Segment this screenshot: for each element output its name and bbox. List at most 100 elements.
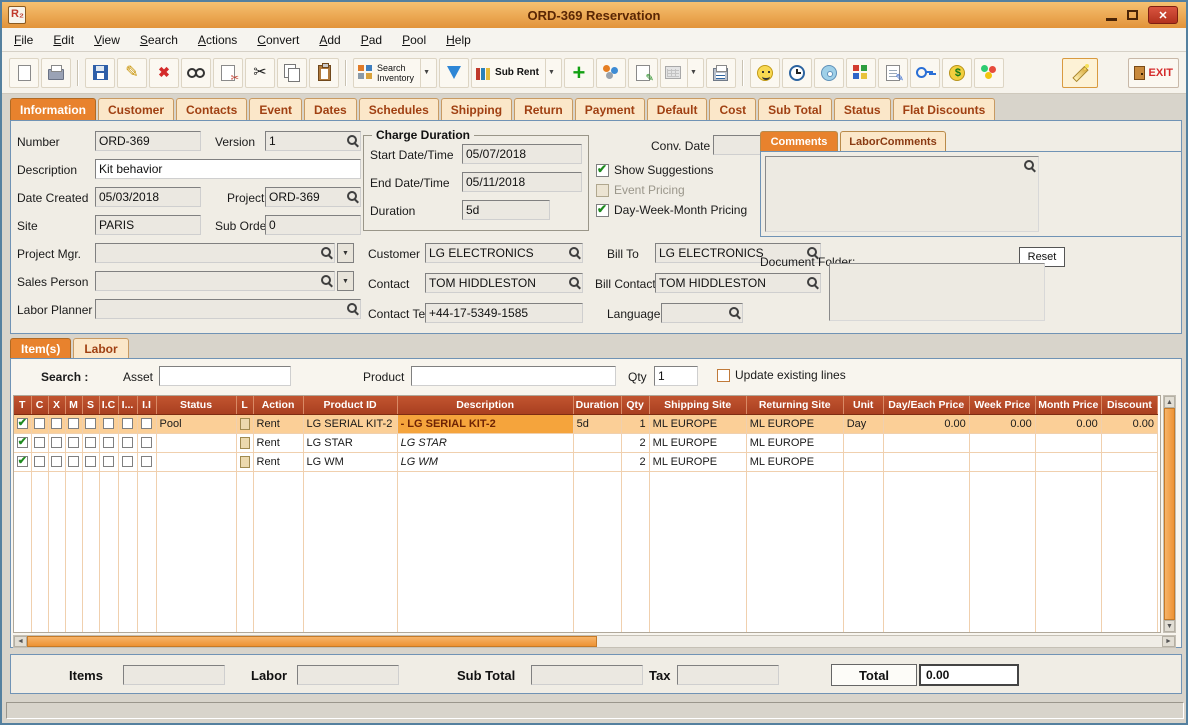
qty-cell[interactable]: 2 (621, 452, 650, 472)
number-input[interactable]: ORD-369 (95, 131, 201, 151)
tab-event[interactable]: Event (249, 98, 303, 120)
day-price-cell[interactable] (883, 433, 970, 453)
event-pricing-checkbox[interactable] (596, 183, 609, 197)
column-header[interactable]: Month Price (1035, 396, 1102, 415)
menu-file[interactable]: File (14, 33, 33, 47)
tab-shipping[interactable]: Shipping (440, 98, 513, 120)
month-price-cell[interactable]: 0.00 (1035, 414, 1102, 434)
unit-cell[interactable] (843, 433, 884, 453)
day-price-cell[interactable] (883, 452, 970, 472)
unit-cell[interactable]: Day (843, 414, 884, 434)
column-header[interactable]: Duration (573, 396, 622, 415)
row-flag-cell[interactable] (118, 452, 138, 472)
search-inventory-dropdown-icon[interactable] (420, 58, 432, 87)
horizontal-scrollbar[interactable] (13, 635, 1176, 648)
status-cell[interactable] (156, 433, 237, 453)
row-flag-cell[interactable] (65, 433, 83, 453)
search-icon[interactable] (806, 276, 819, 289)
search-icon[interactable] (320, 274, 333, 287)
column-header[interactable]: L (236, 396, 254, 415)
tab-information[interactable]: Information (10, 98, 96, 120)
l-cell[interactable] (236, 414, 254, 434)
row-flag-cell[interactable] (99, 414, 119, 434)
column-header[interactable]: Discount (1101, 396, 1159, 415)
menu-view[interactable]: View (94, 33, 120, 47)
l-cell[interactable] (236, 452, 254, 472)
tab-customer[interactable]: Customer (98, 98, 175, 120)
asset-input[interactable] (159, 366, 291, 386)
disc-button[interactable] (813, 57, 844, 88)
flag-checkbox[interactable] (141, 418, 152, 430)
conv-date-input[interactable] (713, 135, 761, 155)
close-icon[interactable] (1148, 6, 1178, 24)
column-header[interactable]: Week Price (969, 396, 1036, 415)
action-cell[interactable]: Rent (253, 433, 304, 453)
tab-default[interactable]: Default (646, 98, 708, 120)
l-cell[interactable] (236, 433, 254, 453)
row-flag-cell[interactable] (14, 433, 32, 453)
column-header[interactable]: I.I (137, 396, 157, 415)
discount-cell[interactable] (1101, 433, 1159, 453)
scroll-left-icon[interactable] (14, 636, 27, 647)
flag-checkbox[interactable] (85, 437, 96, 449)
column-header[interactable]: M (65, 396, 83, 415)
row-checkbox[interactable] (16, 435, 28, 449)
description-input[interactable]: Kit behavior (95, 159, 361, 179)
discount-cell[interactable]: 0.00 (1101, 414, 1159, 434)
flag-checkbox[interactable] (34, 437, 45, 449)
column-header[interactable]: Returning Site (746, 396, 844, 415)
duration-cell[interactable] (573, 433, 622, 453)
duration-cell[interactable] (573, 452, 622, 472)
tab-return[interactable]: Return (514, 98, 573, 120)
contact-input[interactable]: TOM HIDDLESTON (425, 273, 583, 293)
qty-input[interactable]: 1 (654, 366, 698, 386)
shipping-site-cell[interactable]: ML EUROPE (649, 433, 747, 453)
column-header[interactable]: Description (397, 396, 574, 415)
tab-schedules[interactable]: Schedules (358, 98, 439, 120)
table-row[interactable]: Rent LG WM LG WM 2 ML EUROPE ML EUROPE (14, 452, 1159, 472)
sales-person-dropdown-icon[interactable] (337, 271, 354, 291)
tab-labor-comments[interactable]: LaborComments (840, 131, 946, 151)
column-header[interactable]: T (14, 396, 32, 415)
flag-checkbox[interactable] (85, 456, 96, 468)
cut-button[interactable] (245, 57, 275, 88)
row-flag-cell[interactable] (137, 433, 157, 453)
shipping-site-cell[interactable]: ML EUROPE (649, 452, 747, 472)
search-icon[interactable] (728, 306, 741, 319)
status-cell[interactable] (156, 452, 237, 472)
row-flag-cell[interactable] (137, 414, 157, 434)
package-button[interactable] (973, 57, 1004, 88)
row-checkbox[interactable] (16, 416, 28, 430)
dwm-pricing-checkbox[interactable] (596, 202, 609, 217)
tab-status[interactable]: Status (833, 98, 891, 120)
flag-checkbox[interactable] (141, 437, 152, 449)
maximize-icon[interactable] (1127, 10, 1138, 20)
project-input[interactable]: ORD-369 (265, 187, 361, 207)
print-button[interactable] (41, 57, 71, 88)
action-cell[interactable]: Rent (253, 414, 304, 434)
column-header[interactable]: X (48, 396, 66, 415)
language-input[interactable] (661, 303, 743, 323)
end-date-input[interactable]: 05/11/2018 (462, 172, 582, 192)
unit-cell[interactable] (843, 452, 884, 472)
search-icon[interactable] (1023, 159, 1036, 172)
menu-help[interactable]: Help (446, 33, 471, 47)
key-button[interactable] (909, 57, 940, 88)
calendar-dropdown-icon[interactable] (686, 58, 699, 87)
flag-checkbox[interactable] (85, 418, 96, 430)
column-header[interactable]: I.C (99, 396, 119, 415)
description-cell[interactable]: LG STAR (397, 433, 574, 453)
feedback-button[interactable] (749, 57, 780, 88)
month-price-cell[interactable] (1035, 433, 1102, 453)
month-price-cell[interactable] (1035, 452, 1102, 472)
flag-checkbox[interactable] (122, 437, 133, 449)
row-flag-cell[interactable] (137, 452, 157, 472)
flag-checkbox[interactable] (141, 456, 152, 468)
row-flag-cell[interactable] (82, 452, 100, 472)
tab-cost[interactable]: Cost (709, 98, 757, 120)
row-flag-cell[interactable] (31, 414, 49, 434)
row-flag-cell[interactable] (118, 414, 138, 434)
description-cell[interactable]: - LG SERIAL KIT-2 (397, 414, 574, 434)
sales-person-input[interactable] (95, 271, 335, 291)
returning-site-cell[interactable]: ML EUROPE (746, 452, 844, 472)
